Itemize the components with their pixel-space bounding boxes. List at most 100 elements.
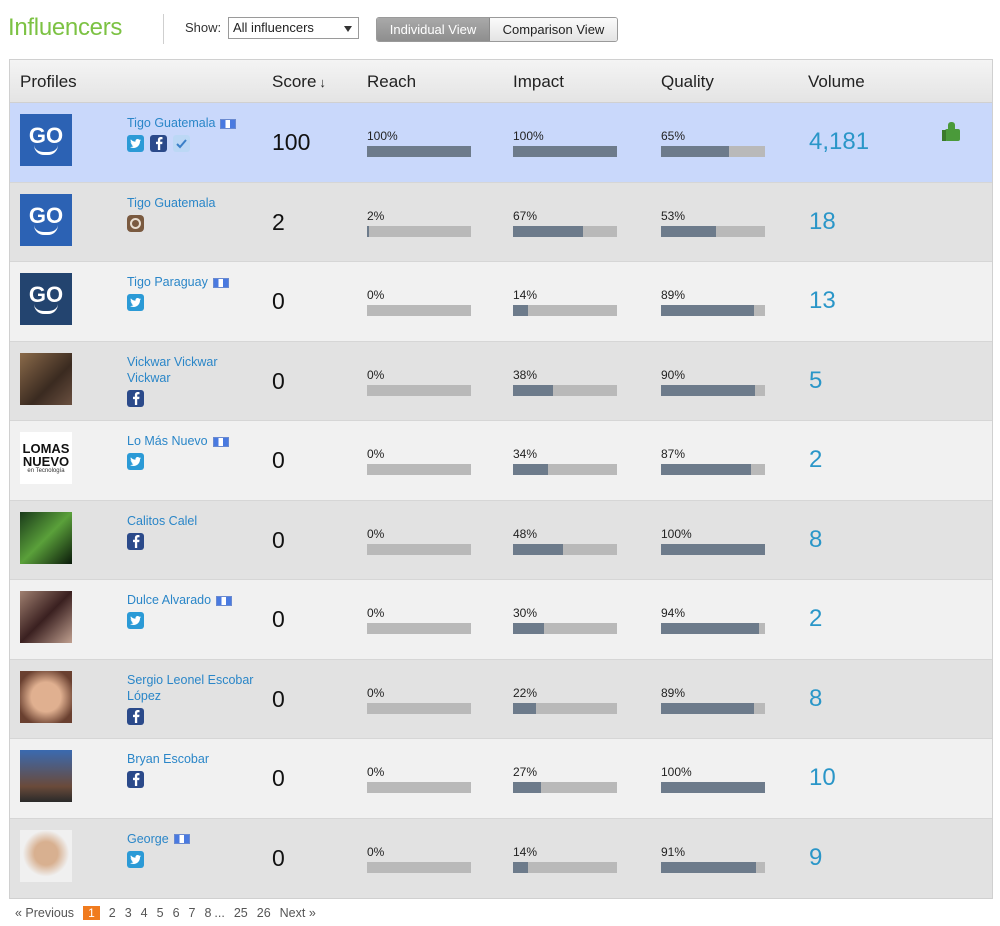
- twitter-icon[interactable]: [127, 294, 144, 311]
- reach-bar-fill: [367, 146, 471, 157]
- network-icons: [127, 294, 144, 311]
- impact-metric: 48%: [513, 527, 617, 555]
- avatar[interactable]: [20, 750, 72, 802]
- quality-bar: [661, 782, 765, 793]
- column-header-volume[interactable]: Volume: [808, 72, 865, 92]
- influencer-filter-select[interactable]: All influencers: [228, 17, 359, 39]
- network-icons: [127, 389, 144, 407]
- facebook-icon[interactable]: [127, 532, 144, 550]
- impact-metric: 30%: [513, 606, 617, 634]
- volume-link[interactable]: 9: [809, 844, 822, 872]
- table-row[interactable]: GO Tigo Paraguay 0 0% 14% 89% 13: [10, 262, 992, 342]
- facebook-icon[interactable]: [127, 389, 144, 407]
- table-row[interactable]: LOMAS NUEVO en Tecnología Lo Más Nuevo 0 0% 34…: [10, 421, 992, 501]
- twitter-icon[interactable]: [127, 453, 144, 470]
- column-header-impact[interactable]: Impact: [513, 72, 564, 92]
- profile-name-link[interactable]: Bryan Escobar: [127, 751, 262, 767]
- profile-name-link[interactable]: Dulce Alvarado: [127, 592, 262, 608]
- avatar-logo[interactable]: GO: [20, 114, 72, 166]
- profile-name-link[interactable]: Tigo Guatemala: [127, 115, 262, 131]
- page-link[interactable]: 25: [234, 906, 248, 920]
- table-row[interactable]: Dulce Alvarado 0 0% 30% 94% 2: [10, 580, 992, 660]
- page-link[interactable]: 6: [173, 906, 180, 920]
- table-row[interactable]: George 0 0% 14% 91% 9: [10, 818, 992, 898]
- avatar-logo[interactable]: GO: [20, 193, 72, 246]
- facebook-icon[interactable]: [150, 135, 167, 152]
- avatar[interactable]: [20, 829, 72, 882]
- page-link[interactable]: 3: [125, 906, 132, 920]
- impact-percent: 14%: [513, 288, 538, 302]
- comparison-view-button[interactable]: Comparison View: [490, 18, 617, 41]
- avatar[interactable]: [20, 591, 72, 643]
- quality-bar: [661, 623, 765, 634]
- profile-name-link[interactable]: Tigo Guatemala: [127, 195, 262, 211]
- flag-icon: [216, 595, 233, 606]
- flag-icon: [173, 834, 190, 845]
- previous-page-link[interactable]: « Previous: [15, 906, 74, 920]
- avatar[interactable]: [20, 511, 72, 564]
- volume-link[interactable]: 2: [809, 605, 822, 633]
- facebook-icon[interactable]: [127, 771, 144, 788]
- next-page-link[interactable]: Next »: [280, 906, 316, 920]
- sort-down-icon: ↓: [319, 75, 326, 90]
- table-row[interactable]: GO Tigo Guatemala 100 100% 100% 65% 4,181: [10, 103, 992, 183]
- volume-link[interactable]: 8: [809, 685, 822, 713]
- column-header-score[interactable]: Score ↓: [272, 72, 326, 92]
- impact-bar: [513, 623, 617, 634]
- column-header-reach[interactable]: Reach: [367, 72, 416, 92]
- impact-bar: [513, 464, 617, 475]
- impact-percent: 14%: [513, 844, 538, 859]
- instagram-icon[interactable]: [127, 214, 144, 232]
- volume-link[interactable]: 13: [809, 287, 836, 315]
- table-row[interactable]: Vickwar Vickwar Vickwar 0 0% 38% 90% 5: [10, 341, 992, 421]
- network-icons: [127, 850, 144, 868]
- profile-name-link[interactable]: Vickwar Vickwar Vickwar: [127, 354, 262, 386]
- impact-bar-fill: [513, 623, 545, 634]
- current-page[interactable]: 1: [83, 906, 100, 920]
- thumbs-up-icon[interactable]: [942, 122, 960, 142]
- impact-bar-fill: [513, 782, 542, 793]
- page-link[interactable]: 5: [157, 906, 164, 920]
- profile-name-link[interactable]: George: [127, 831, 262, 847]
- profile-name: Bryan Escobar: [127, 752, 209, 766]
- avatar-logo[interactable]: LOMAS NUEVO en Tecnología: [20, 432, 72, 484]
- avatar[interactable]: [20, 670, 72, 723]
- table-row[interactable]: Bryan Escobar 0 0% 27% 100% 10: [10, 739, 992, 819]
- impact-bar-fill: [513, 384, 553, 396]
- quality-bar-fill: [661, 464, 752, 475]
- page-link[interactable]: 7: [189, 906, 196, 920]
- page-link[interactable]: 8: [204, 906, 211, 920]
- impact-percent: 34%: [513, 447, 538, 461]
- page-link[interactable]: 2: [109, 906, 116, 920]
- twitter-icon[interactable]: [127, 612, 144, 629]
- table-row[interactable]: Calitos Calel 0 0% 48% 100% 8: [10, 500, 992, 580]
- table-row[interactable]: Sergio Leonel Escobar López 0 0% 22% 89% 8: [10, 659, 992, 739]
- table-row[interactable]: GO Tigo Guatemala 2 2% 67% 53% 18: [10, 182, 992, 262]
- profile-name: Calitos Calel: [127, 513, 198, 528]
- impact-metric: 27%: [513, 765, 617, 793]
- foursquare-icon[interactable]: [173, 135, 190, 152]
- volume-link[interactable]: 4,181: [809, 128, 869, 156]
- page-link[interactable]: 26: [257, 906, 271, 920]
- volume-link[interactable]: 8: [809, 526, 822, 554]
- quality-metric: 89%: [661, 288, 765, 316]
- column-header-quality[interactable]: Quality: [661, 72, 714, 92]
- quality-bar-fill: [661, 861, 756, 873]
- avatar-logo[interactable]: GO: [20, 273, 72, 325]
- volume-link[interactable]: 10: [809, 764, 836, 792]
- profile-name-link[interactable]: Sergio Leonel Escobar López: [127, 672, 262, 704]
- page-link[interactable]: 4: [141, 906, 148, 920]
- reach-metric: 0%: [367, 527, 471, 555]
- twitter-icon[interactable]: [127, 135, 144, 152]
- profile-name-link[interactable]: Calitos Calel: [127, 513, 262, 529]
- avatar[interactable]: [20, 352, 72, 405]
- twitter-icon[interactable]: [127, 850, 144, 868]
- facebook-icon[interactable]: [127, 707, 144, 725]
- individual-view-button[interactable]: Individual View: [377, 18, 490, 41]
- profile-name-link[interactable]: Lo Más Nuevo: [127, 433, 262, 449]
- volume-link[interactable]: 5: [809, 367, 822, 395]
- volume-link[interactable]: 18: [809, 208, 836, 236]
- profile-name-link[interactable]: Tigo Paraguay: [127, 274, 262, 290]
- profile-name: Tigo Guatemala: [127, 116, 216, 130]
- volume-link[interactable]: 2: [809, 446, 822, 474]
